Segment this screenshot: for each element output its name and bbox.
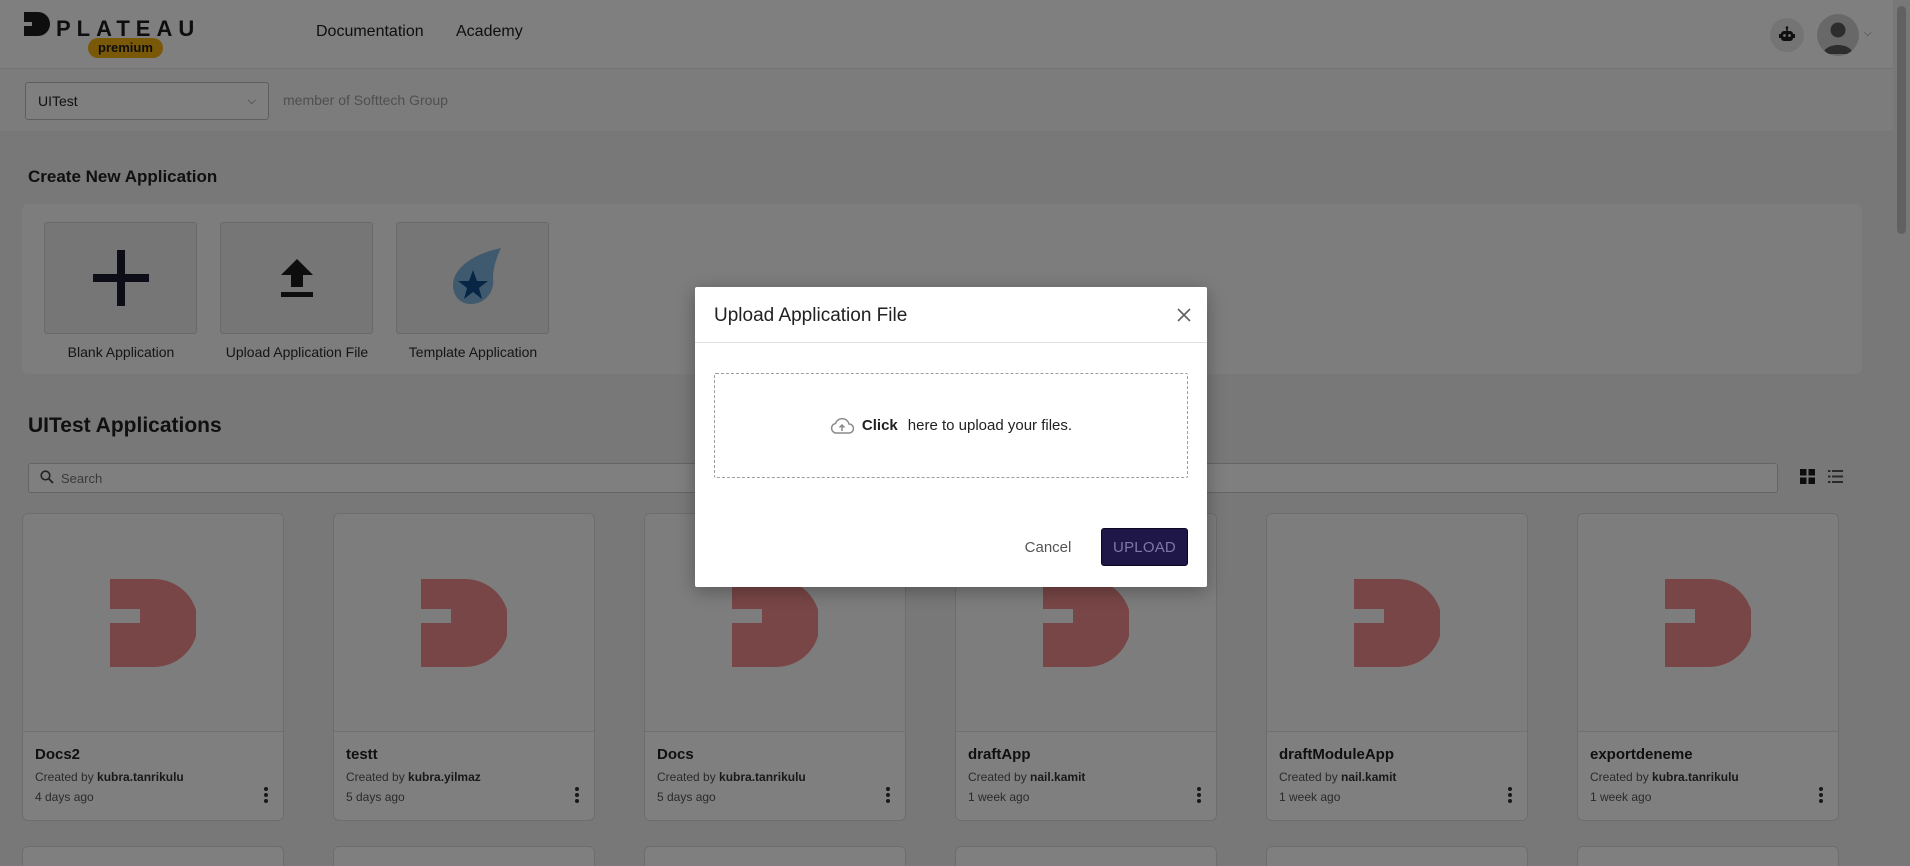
file-dropzone[interactable]: Click here to upload your files. — [714, 373, 1188, 478]
upload-button[interactable]: UPLOAD — [1101, 528, 1188, 566]
dropzone-click-text: Click — [861, 417, 898, 434]
cancel-button[interactable]: Cancel — [1017, 529, 1079, 565]
cloud-upload-icon — [830, 417, 854, 434]
close-icon — [1177, 308, 1191, 322]
dropzone-instruction: here to upload your files. — [907, 417, 1073, 434]
close-button[interactable] — [1173, 304, 1195, 326]
upload-application-dialog: Upload Application File Click here to up… — [695, 287, 1207, 587]
dialog-title: Upload Application File — [714, 305, 908, 326]
dialog-divider — [695, 342, 1207, 343]
